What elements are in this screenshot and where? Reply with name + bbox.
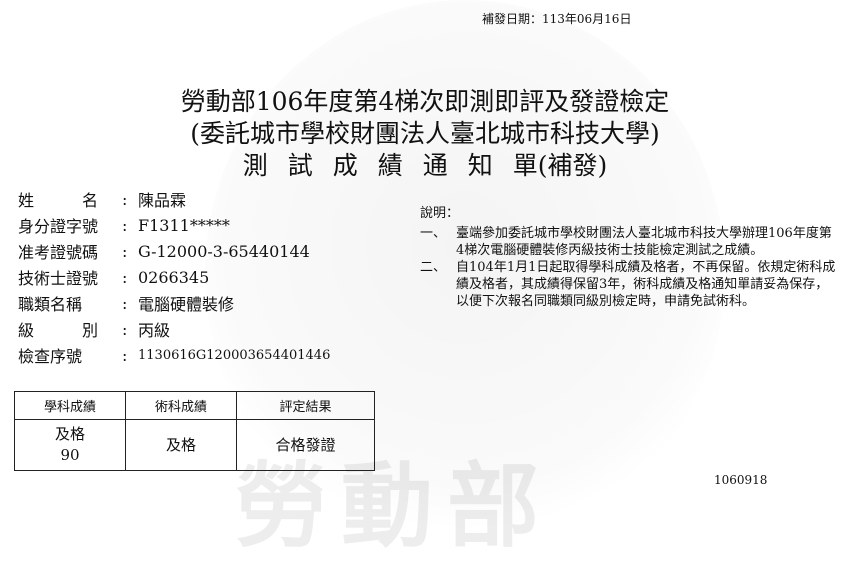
field-value: 陳品霖 <box>138 191 187 210</box>
header-result: 評定結果 <box>236 391 375 420</box>
field-label: 准考證號碼 <box>18 243 99 262</box>
grades-value-row: 及格 90 及格 合格發證 <box>14 419 375 471</box>
note-item: 一、 臺端參加委託城市學校財團法人臺北城市科技大學辦理106年度第4梯次電腦硬體… <box>420 225 840 259</box>
notes: 說明： 一、 臺端參加委託城市學校財團法人臺北城市科技大學辦理106年度第4梯次… <box>420 202 840 310</box>
title-line-3: 測試成績通知單(補發) <box>0 146 850 182</box>
header-written: 學科成績 <box>14 391 126 420</box>
field-label: 檢查序號 <box>18 347 83 366</box>
candidate-fields: 姓 名: 陳品霖 身分證字號: F1311***** 准考證號碼: G-12000-3… <box>18 186 330 368</box>
field-label: 身分證字號 <box>18 217 99 236</box>
title-char: 知 <box>467 151 513 180</box>
field-label: 級 別 <box>18 321 99 340</box>
title-line-1: 勞動部106年度第4梯次即測即評及發證檢定 <box>180 87 670 116</box>
colon: : <box>122 241 128 261</box>
note-text: 臺端參加委託城市學校財團法人臺北城市科技大學辦理106年度第4梯次電腦硬體裝修丙… <box>456 226 832 258</box>
field-name: 姓 名: 陳品霖 <box>18 186 330 212</box>
field-id-number: 身分證字號: F1311***** <box>18 212 330 238</box>
grades-table: 學科成績 術科成績 評定結果 及格 90 及格 合格發證 <box>14 391 375 471</box>
title-char: 績 <box>377 151 423 180</box>
field-check-serial: 檢查序號:1130616G120003654401446 <box>18 342 330 368</box>
title-char: 單(補發) <box>512 151 608 180</box>
title-char: 成 <box>332 151 378 180</box>
colon: : <box>122 215 128 235</box>
note-number: 一、 <box>420 226 447 241</box>
field-value: 電腦硬體裝修 <box>138 295 235 314</box>
practical-grade: 及格 <box>125 419 237 471</box>
colon: : <box>122 267 128 287</box>
note-text: 自104年1月1日起取得學科成績及格者，不再保留。依規定術科成績及格者，其成績得… <box>456 260 836 309</box>
reissue-date: 補發日期：113年06月16日 <box>482 12 632 26</box>
field-label: 職類名稱 <box>18 295 83 314</box>
field-label: 姓 名 <box>18 191 99 210</box>
title-char: 測 <box>242 151 288 180</box>
field-value: 1130616G120003654401446 <box>138 347 331 363</box>
note-number: 二、 <box>420 260 447 275</box>
colon: : <box>122 319 128 339</box>
evaluation-result: 合格發證 <box>236 419 375 471</box>
field-level: 級 別: 丙級 <box>18 316 330 342</box>
written-grade: 及格 90 <box>14 419 126 471</box>
colon: : <box>122 345 128 365</box>
field-certificate-number: 技術士證號:0266345 <box>18 264 330 290</box>
written-status: 及格 <box>54 425 85 443</box>
document-serial: 1060918 <box>714 473 768 487</box>
field-value: G-12000-3-65440144 <box>138 241 310 261</box>
grades-header-row: 學科成績 術科成績 評定結果 <box>14 391 375 420</box>
colon: : <box>122 293 128 313</box>
field-label: 技術士證號 <box>18 269 99 288</box>
field-occupation: 職類名稱: 電腦硬體裝修 <box>18 290 330 316</box>
field-admission-number: 准考證號碼: G-12000-3-65440144 <box>18 238 330 264</box>
title-char: 試 <box>287 151 333 180</box>
notes-heading: 說明： <box>420 206 460 221</box>
field-value: 丙級 <box>138 321 171 340</box>
field-value: F1311***** <box>138 215 230 235</box>
field-value: 0266345 <box>138 267 210 287</box>
title-line-2: (委託城市學校財團法人臺北城市科技大學) <box>190 119 660 148</box>
note-item: 二、 自104年1月1日起取得學科成績及格者，不再保留。依規定術科成績及格者，其… <box>420 259 840 310</box>
header-practical: 術科成績 <box>125 391 237 420</box>
colon: : <box>122 189 128 209</box>
written-score: 90 <box>60 446 80 464</box>
title-char: 通 <box>422 151 468 180</box>
